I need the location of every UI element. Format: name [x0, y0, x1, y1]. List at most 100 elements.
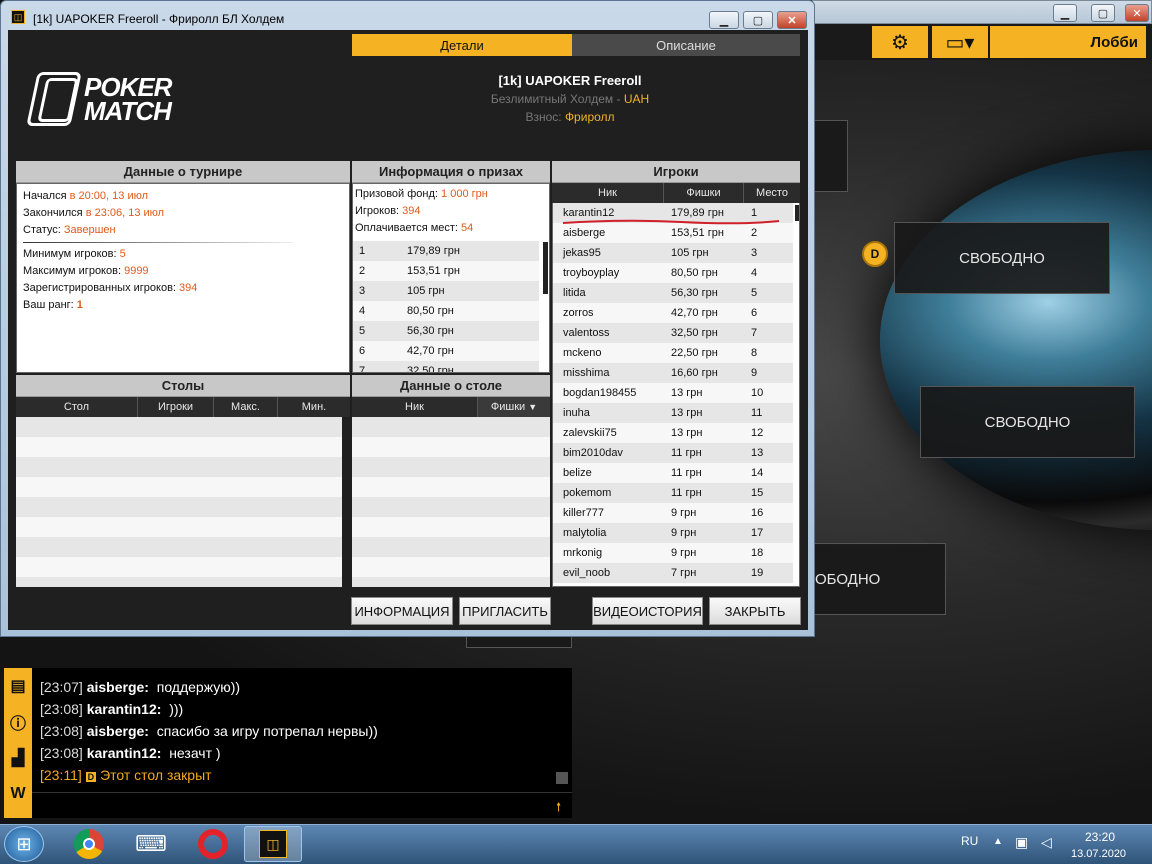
- prize-scrollbar[interactable]: [543, 242, 548, 294]
- chat-icon[interactable]: ▤: [10, 668, 25, 704]
- opera-taskbar-button[interactable]: [184, 826, 242, 862]
- player-row[interactable]: mrkonig 9 грн 18: [553, 543, 793, 563]
- clock-date[interactable]: 13.07.2020: [1071, 848, 1126, 860]
- minimize-button[interactable]: ▁: [709, 11, 739, 29]
- col-min[interactable]: Мин.: [278, 397, 350, 417]
- col-place[interactable]: Место: [744, 183, 800, 203]
- seat-free-3-label: ОБОДНО: [815, 570, 881, 588]
- lobby-minimize-button[interactable]: ▁: [1053, 4, 1077, 22]
- finished-line: Закончился в 23:06, 13 июл: [23, 207, 165, 219]
- col-table-chips[interactable]: Фишки ▼: [478, 397, 550, 417]
- player-row[interactable]: belize 11 грн 14: [553, 463, 793, 483]
- language-indicator[interactable]: RU: [961, 834, 978, 848]
- chat-system-line: [23:11] D Этот стол закрыт: [40, 764, 572, 786]
- player-row[interactable]: malytolia 9 грн 17: [553, 523, 793, 543]
- keyboard-taskbar-button[interactable]: ⌨: [122, 826, 180, 862]
- seat-free-2[interactable]: СВОБОДНО: [920, 386, 1135, 458]
- player-row[interactable]: evil_noob 7 грн 19: [553, 563, 793, 583]
- status-line: Статус: Завершен: [23, 224, 116, 236]
- clock-time[interactable]: 23:20: [1085, 830, 1115, 844]
- video-history-button[interactable]: ВИДЕОИСТОРИЯ: [592, 597, 703, 625]
- tournament-header: [1k] UAPOKER Freeroll Безлимитный Холдем…: [470, 72, 670, 126]
- col-chips[interactable]: Фишки: [664, 183, 744, 203]
- paid-places-line: Оплачивается мест: 54: [355, 222, 474, 234]
- chat-scrollbar[interactable]: [556, 772, 568, 784]
- send-arrow-icon[interactable]: 🠕: [556, 798, 561, 819]
- rank-line: Ваш ранг: 1: [23, 299, 83, 311]
- start-button[interactable]: ⊞: [4, 826, 44, 862]
- tables-panel: Столы Стол Игроки Макс. Мин.: [16, 375, 350, 417]
- player-row[interactable]: pokemom 11 грн 15: [553, 483, 793, 503]
- stats-icon[interactable]: ▟: [12, 740, 24, 776]
- player-row[interactable]: killer777 9 грн 16: [553, 503, 793, 523]
- seat-free-1[interactable]: СВОБОДНО: [894, 222, 1110, 294]
- dealer-badge-icon: D: [85, 772, 97, 782]
- col-table-nick[interactable]: Ник: [352, 397, 478, 417]
- close-window-button[interactable]: ✕: [777, 11, 807, 29]
- prize-info-title: Информация о призах: [352, 161, 550, 183]
- chat-input[interactable]: [32, 792, 572, 818]
- dealer-button: D: [862, 241, 888, 267]
- player-row[interactable]: zalevskii75 13 грн 12: [553, 423, 793, 443]
- chat-time: [23:08]: [40, 745, 83, 761]
- chat-line: [23:08] karantin12: незачт ): [40, 742, 572, 764]
- player-row[interactable]: bim2010dav 11 грн 13: [553, 443, 793, 463]
- player-row[interactable]: troyboyplay 80,50 грн 4: [553, 263, 793, 283]
- lobby-label: Лобби: [1090, 33, 1138, 51]
- col-table[interactable]: Стол: [16, 397, 138, 417]
- invite-button-label: ПРИГЛАСИТЬ: [462, 603, 548, 619]
- seat-partial: [812, 120, 848, 192]
- settings-button[interactable]: ⚙: [872, 26, 928, 58]
- w-icon[interactable]: W: [10, 776, 25, 812]
- prize-info-body: Призовой фонд: 1 000 грн Игроков: 394 Оп…: [352, 183, 550, 373]
- player-row[interactable]: jekas95 105 грн 3: [553, 243, 793, 263]
- players-list: karantin12 179,89 грн 1 aisberge 153,51 грн…: [552, 203, 800, 587]
- tab-details[interactable]: Детали: [352, 34, 572, 56]
- seat-free-3[interactable]: ОБОДНО: [800, 543, 946, 615]
- lobby-maximize-button[interactable]: ▢: [1091, 4, 1115, 22]
- buyin-label: Взнос:: [525, 110, 565, 124]
- col-players[interactable]: Игроки: [138, 397, 214, 417]
- chat-line: [23:07] aisberge: поддержую)): [40, 676, 572, 698]
- app-icon: ◫: [11, 10, 25, 24]
- tray-expand-icon[interactable]: ▲: [993, 836, 1003, 847]
- col-nick[interactable]: Ник: [552, 183, 664, 203]
- tables-title: Столы: [16, 375, 350, 397]
- player-row[interactable]: mckeno 22,50 грн 8: [553, 343, 793, 363]
- sort-down-icon: ▼: [528, 402, 538, 412]
- display-mode-button[interactable]: ▭▾: [932, 26, 988, 58]
- seat-free-1-label: СВОБОДНО: [959, 249, 1045, 267]
- invite-button[interactable]: ПРИГЛАСИТЬ: [459, 597, 551, 625]
- chat-text: ))): [169, 701, 184, 717]
- tab-description-label: Описание: [656, 37, 716, 53]
- player-row[interactable]: inuha 13 грн 11: [553, 403, 793, 423]
- tab-description[interactable]: Описание: [572, 34, 800, 56]
- tables-column-header: Стол Игроки Макс. Мин.: [16, 397, 350, 417]
- tournament-data-title: Данные о турнире: [16, 161, 350, 183]
- network-icon[interactable]: ▣: [1015, 834, 1028, 851]
- lobby-button[interactable]: Лобби: [990, 26, 1146, 58]
- volume-icon[interactable]: ◁: [1041, 834, 1052, 851]
- lobby-close-button[interactable]: ✕: [1125, 4, 1149, 22]
- prize-fund-line: Призовой фонд: 1 000 грн: [355, 188, 488, 200]
- prize-row: 2 153,51 грн: [353, 261, 539, 281]
- close-button[interactable]: ЗАКРЫТЬ: [709, 597, 801, 625]
- pokermatch-taskbar-button[interactable]: ◫: [244, 826, 302, 862]
- table-data-column-header: Ник Фишки ▼: [352, 397, 550, 417]
- chat-log: [23:07] aisberge: поддержую)) [23:08] ka…: [32, 668, 572, 792]
- close-button-label: ЗАКРЫТЬ: [724, 603, 786, 619]
- col-max[interactable]: Макс.: [214, 397, 278, 417]
- player-row[interactable]: misshima 16,60 грн 9: [553, 363, 793, 383]
- player-row[interactable]: bogdan198455 13 грн 10: [553, 383, 793, 403]
- info-icon[interactable]: ⓘ: [10, 704, 26, 740]
- table-data-list: [352, 417, 550, 587]
- player-row[interactable]: litida 56,30 грн 5: [553, 283, 793, 303]
- players-scrollbar[interactable]: [795, 205, 799, 221]
- player-row[interactable]: zorros 42,70 грн 6: [553, 303, 793, 323]
- player-row[interactable]: valentoss 32,50 грн 7: [553, 323, 793, 343]
- prize-row: 5 56,30 грн: [353, 321, 539, 341]
- chrome-taskbar-button[interactable]: [60, 826, 118, 862]
- info-button[interactable]: ИНФОРМАЦИЯ: [351, 597, 453, 625]
- started-line: Начался в 20:00, 13 июл: [23, 190, 149, 202]
- maximize-button[interactable]: ▢: [743, 11, 773, 29]
